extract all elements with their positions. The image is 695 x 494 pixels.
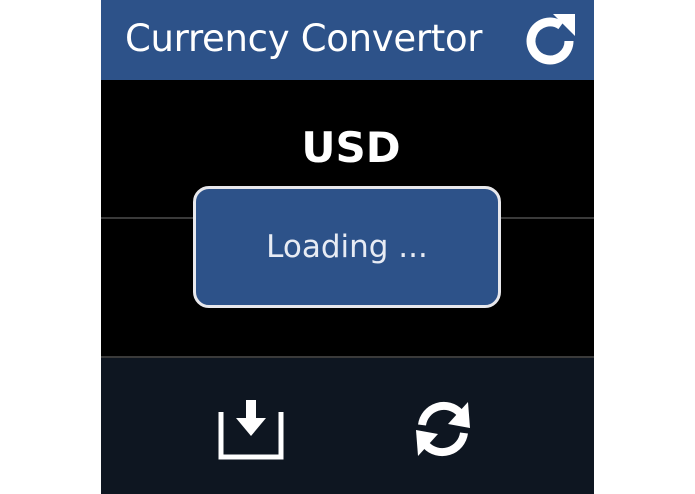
download-icon: [218, 400, 284, 460]
loading-dialog: Loading ...: [193, 186, 501, 308]
app-title: Currency Convertor: [125, 17, 483, 60]
sync-button[interactable]: [408, 394, 478, 464]
bottom-toolbar: [101, 358, 594, 494]
app-header: Currency Convertor: [101, 0, 594, 80]
refresh-icon: [526, 14, 575, 65]
base-currency-label: USD: [301, 123, 401, 172]
download-button[interactable]: [216, 394, 286, 464]
app-screen: Currency Convertor USD Loading ...: [101, 0, 594, 494]
sync-icon: [416, 401, 470, 457]
loading-text: Loading ...: [266, 229, 428, 265]
refresh-button[interactable]: [519, 10, 581, 72]
